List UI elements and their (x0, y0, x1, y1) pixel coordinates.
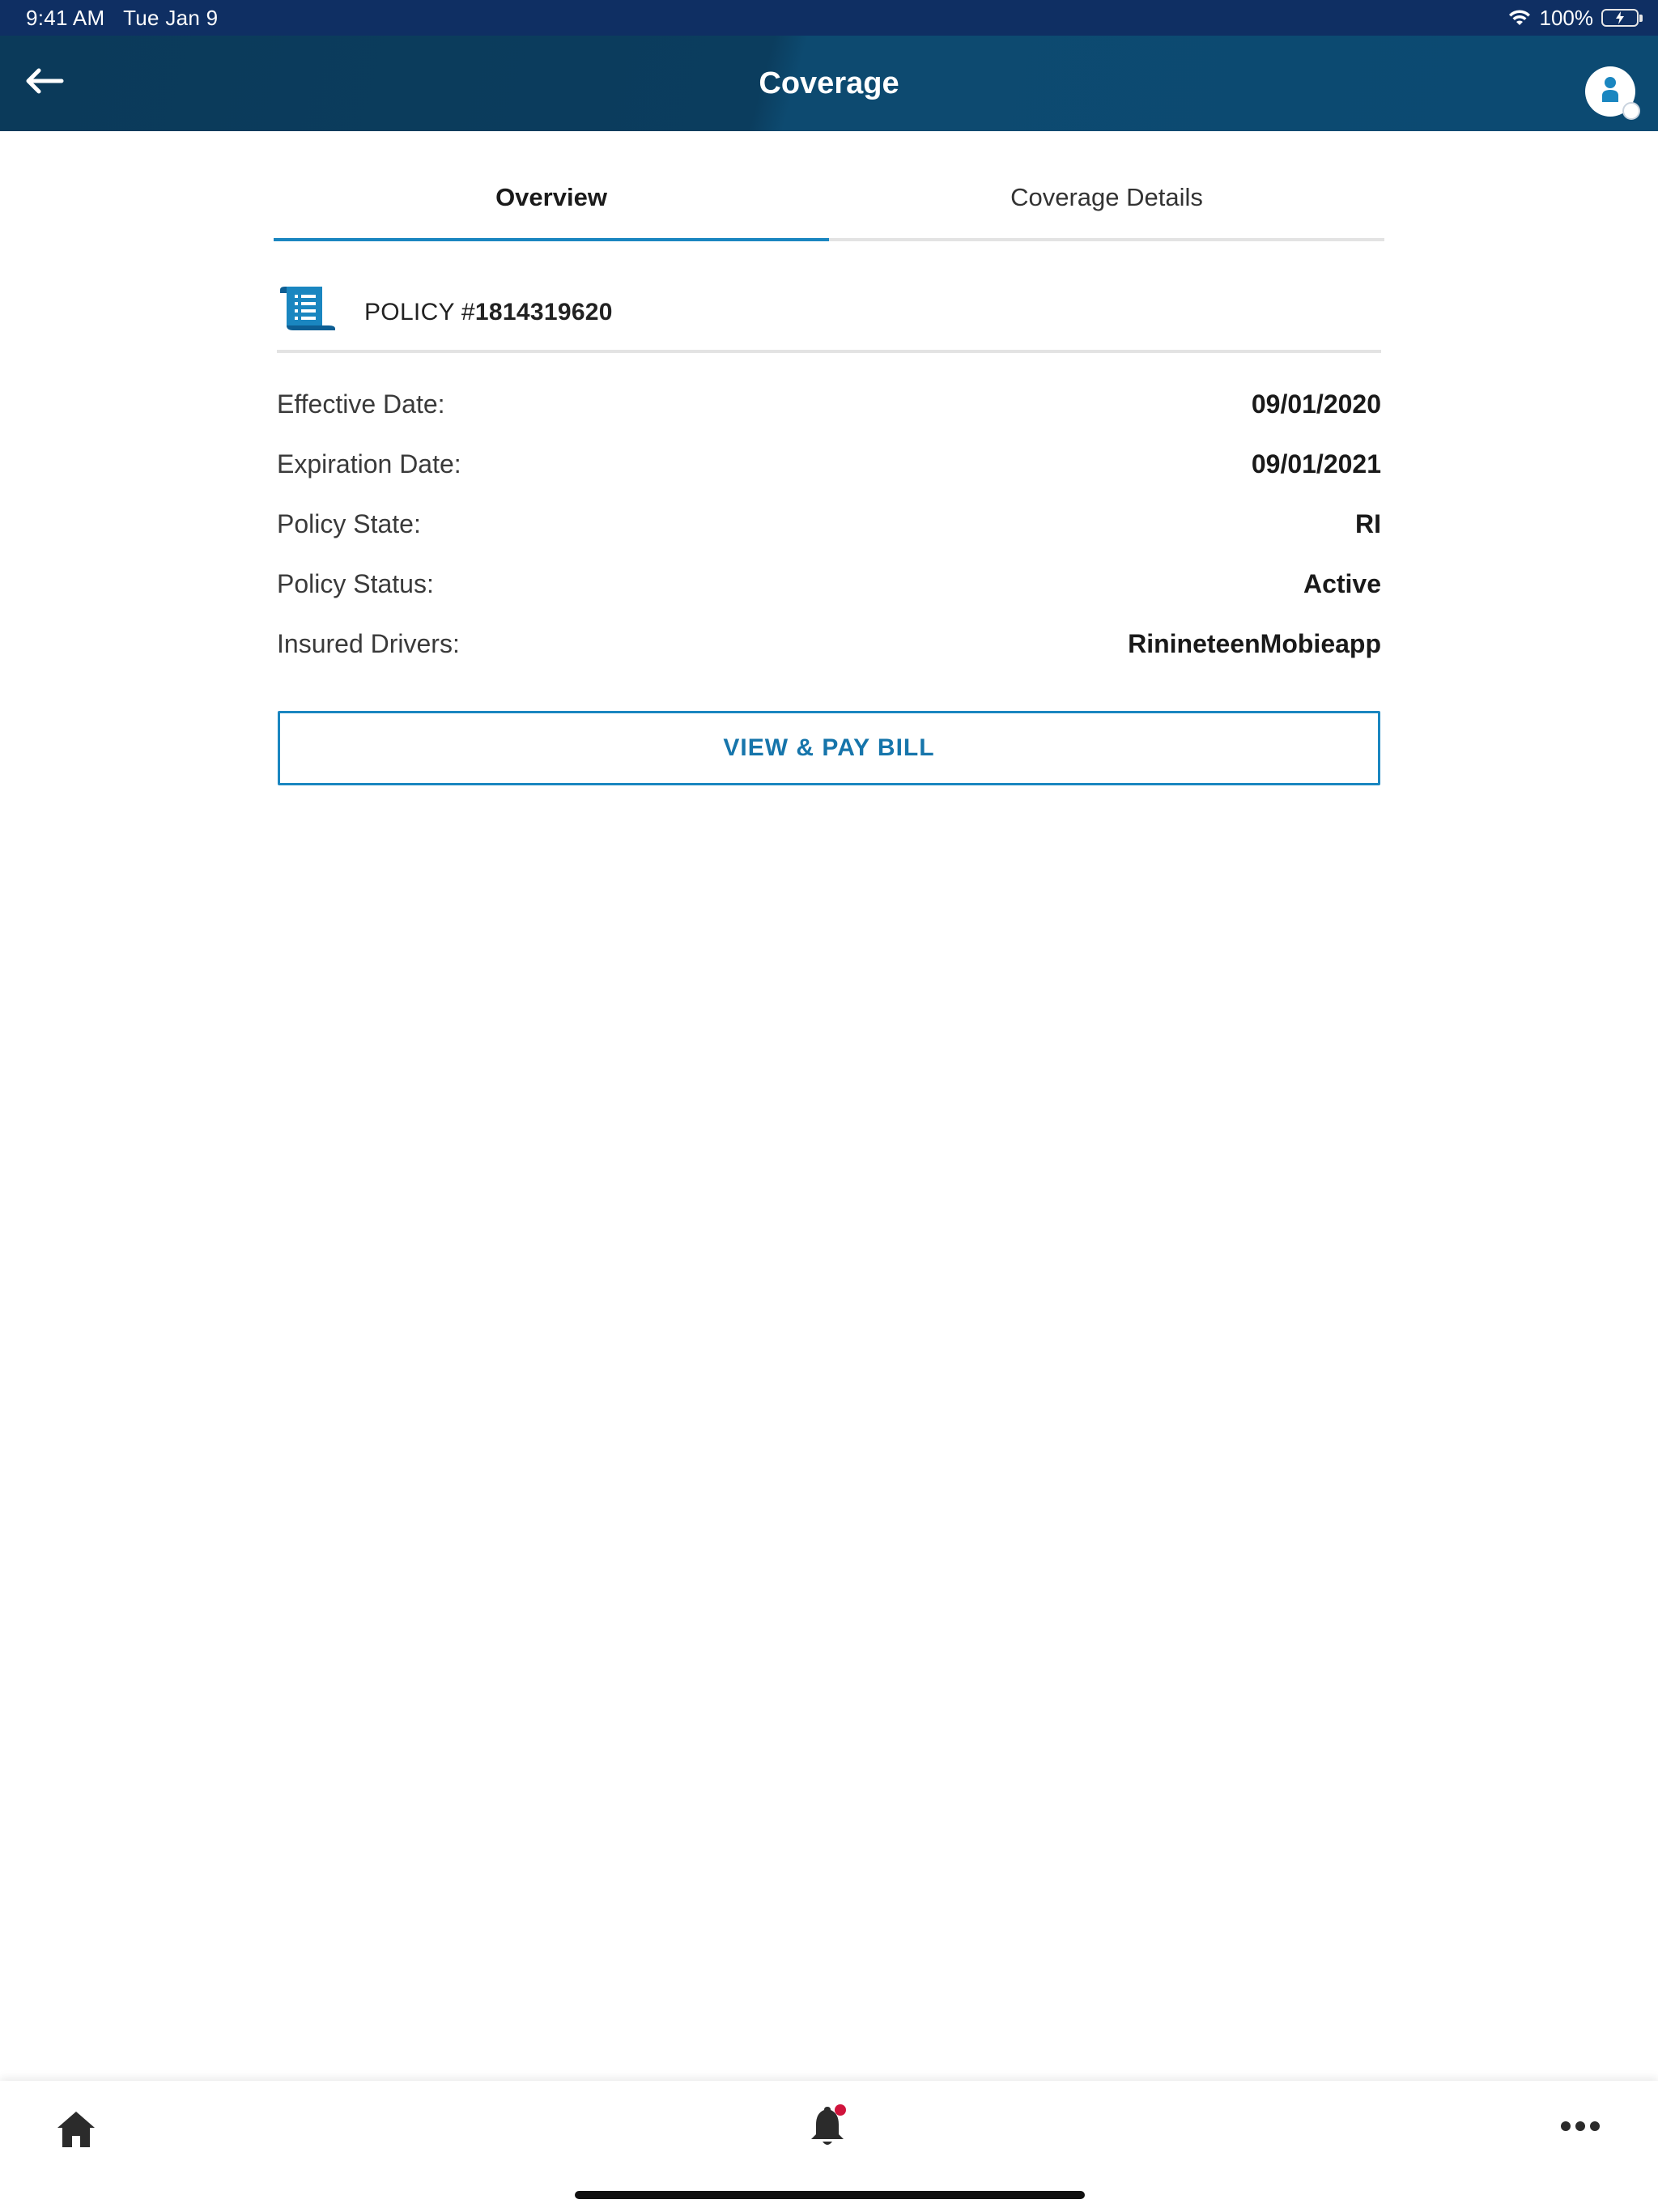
home-indicator[interactable] (575, 2191, 1085, 2199)
status-time: 9:41 AM (26, 6, 105, 30)
detail-label: Effective Date: (277, 389, 445, 419)
detail-value: Active (1303, 568, 1381, 598)
detail-value: RI (1355, 508, 1381, 538)
profile-button[interactable] (1585, 66, 1640, 120)
tab-bar: Overview Coverage Details (274, 131, 1384, 241)
nav-home-button[interactable] (55, 2108, 97, 2150)
more-horizontal-icon (1561, 2121, 1600, 2131)
policy-details: Effective Date: 09/01/2020 Expiration Da… (277, 374, 1381, 674)
detail-value: RinineteenMobieapp (1128, 628, 1381, 658)
detail-value: 09/01/2021 (1251, 449, 1381, 479)
detail-row-insured-drivers: Insured Drivers: RinineteenMobieapp (277, 614, 1381, 674)
battery-cap (1639, 15, 1643, 22)
wifi-icon (1507, 9, 1532, 27)
detail-row-expiration-date: Expiration Date: 09/01/2021 (277, 434, 1381, 494)
nav-notifications-button[interactable] (808, 2104, 847, 2149)
detail-value: 09/01/2020 (1251, 389, 1381, 419)
app-header: Coverage (0, 36, 1658, 131)
notification-dot (835, 2104, 846, 2116)
policy-prefix: POLICY # (364, 299, 475, 325)
status-indicators: 100% (1507, 3, 1643, 32)
detail-row-effective-date: Effective Date: 09/01/2020 (277, 374, 1381, 434)
view-pay-bill-button[interactable]: VIEW & PAY BILL (278, 711, 1380, 785)
detail-label: Policy Status: (277, 568, 434, 598)
profile-badge (1622, 102, 1640, 120)
charging-bolt-icon (1616, 11, 1624, 24)
detail-label: Expiration Date: (277, 449, 461, 479)
detail-label: Insured Drivers: (277, 628, 460, 658)
detail-label: Policy State: (277, 508, 421, 538)
policy-number-value: 1814319620 (474, 299, 613, 325)
status-time-date: 9:41 AM Tue Jan 9 (26, 6, 218, 31)
status-date: Tue Jan 9 (123, 6, 219, 30)
scroll-document-icon (280, 287, 335, 330)
detail-row-policy-status: Policy Status: Active (277, 554, 1381, 614)
detail-row-policy-state: Policy State: RI (277, 494, 1381, 554)
page-title: Coverage (759, 66, 899, 100)
policy-header: POLICY #1814319620 (277, 285, 1381, 353)
home-icon (57, 2112, 95, 2147)
status-bar: 9:41 AM Tue Jan 9 100% (0, 0, 1658, 36)
battery-charging-icon (1601, 9, 1643, 27)
policy-number: POLICY #1814319620 (364, 298, 613, 327)
coverage-screen: 9:41 AM Tue Jan 9 100% Coverage Overview… (0, 0, 1658, 2212)
tab-overview[interactable]: Overview (274, 131, 829, 241)
tab-coverage-details[interactable]: Coverage Details (829, 131, 1384, 238)
bottom-nav (0, 2081, 1658, 2212)
bell-icon (811, 2104, 846, 2145)
nav-more-button[interactable] (1559, 2116, 1601, 2136)
battery-percent: 100% (1539, 5, 1594, 30)
